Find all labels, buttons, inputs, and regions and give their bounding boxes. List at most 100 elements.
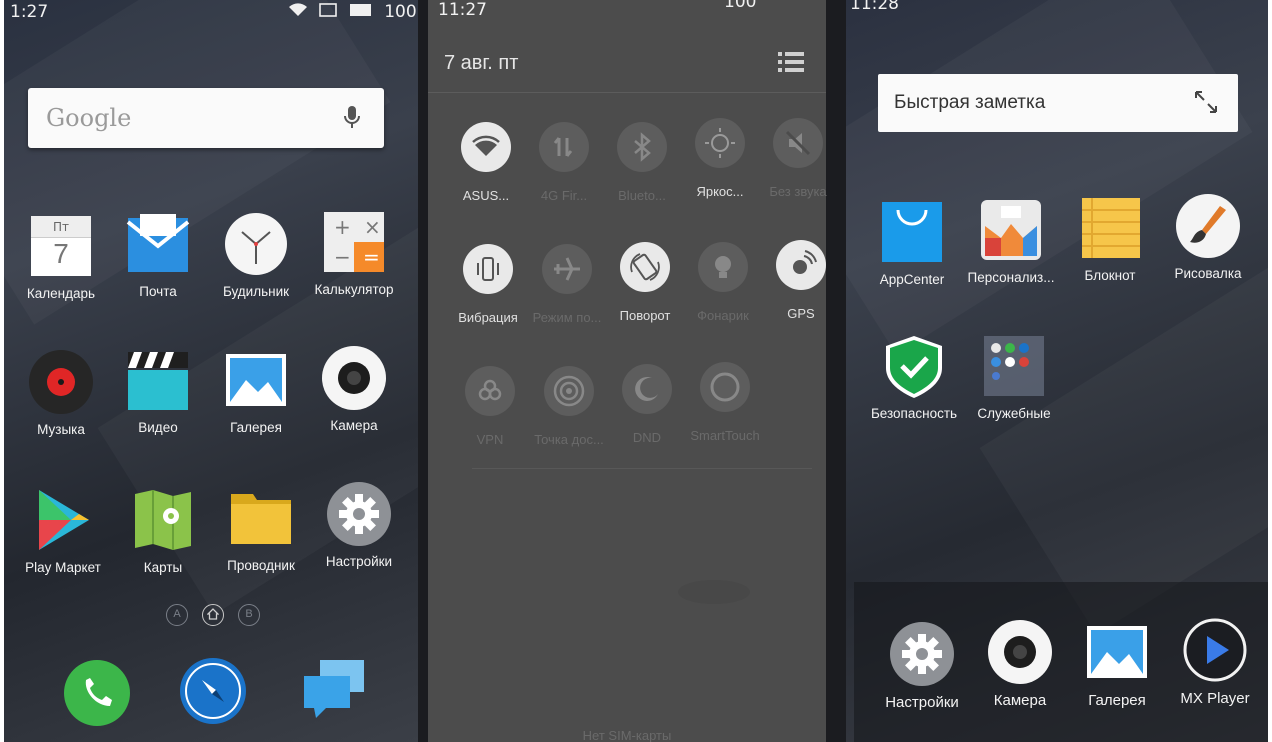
app-utilities-folder[interactable]: Служебные	[969, 334, 1059, 421]
google-search-bar[interactable]: Google	[28, 88, 384, 148]
app-settings[interactable]: Настройки	[314, 482, 404, 569]
app-appcenter[interactable]: AppCenter	[867, 200, 957, 287]
app-play-store[interactable]: Play Маркет	[18, 488, 108, 575]
app-label: Будильник	[222, 284, 290, 299]
toggle-mute[interactable]: Без звука	[755, 118, 841, 199]
messages-icon[interactable]	[302, 656, 368, 722]
handle-shadow	[678, 580, 750, 604]
toggle-label: ASUS...	[462, 188, 510, 203]
smarttouch-icon	[700, 362, 750, 412]
app-label: Блокнот	[1084, 268, 1136, 283]
toggle-label: DND	[632, 430, 662, 445]
mute-icon	[773, 118, 823, 168]
app-camera[interactable]: Камера	[309, 346, 399, 433]
list-view-icon[interactable]	[778, 50, 804, 74]
security-icon	[882, 334, 946, 398]
app-label: Безопасность	[870, 406, 958, 421]
mx-player-icon	[1183, 618, 1247, 682]
toggle-bluetooth[interactable]: Blueto...	[599, 122, 685, 203]
app-paint[interactable]: Рисовалка	[1163, 194, 1253, 281]
app-label: Рисовалка	[1174, 266, 1242, 281]
app-calendar[interactable]: Пт 7 Календарь	[16, 214, 106, 301]
wifi-icon	[461, 122, 511, 172]
expand-icon[interactable]	[1192, 88, 1220, 116]
app-label: Камера	[993, 692, 1047, 709]
app-label: Настройки	[325, 554, 393, 569]
gear-icon	[890, 622, 954, 686]
folder-icon	[229, 486, 293, 550]
quick-note-widget[interactable]: Быстрая заметка	[878, 74, 1238, 132]
wallpaper-stripe	[980, 225, 1268, 634]
dock-gallery[interactable]: Галерея	[1072, 620, 1162, 709]
toggle-gps[interactable]: GPS	[758, 240, 844, 321]
vpn-icon	[465, 366, 515, 416]
status-time: 1:27	[10, 2, 49, 22]
toggle-brightness[interactable]: Яркос...	[677, 118, 763, 199]
toggle-smarttouch[interactable]: SmartTouch	[682, 362, 768, 443]
toggle-wifi[interactable]: ASUS...	[443, 122, 529, 203]
page-indicator: A B	[164, 604, 264, 628]
flashlight-icon	[698, 242, 748, 292]
phone-icon[interactable]	[64, 660, 130, 726]
home-screen-panel: 1:27 100 Google Пт 7 Календарь Почта Буд…	[4, 0, 418, 742]
app-mail[interactable]: Почта	[113, 212, 203, 299]
battery-status-icon	[349, 2, 378, 22]
app-alarm[interactable]: Будильник	[211, 212, 301, 299]
app-file-explorer[interactable]: Проводник	[216, 486, 306, 573]
no-sim-text: Нет SIM-карты	[582, 728, 672, 742]
gear-icon	[327, 482, 391, 546]
appcenter-icon	[880, 200, 944, 264]
camera-icon	[988, 620, 1052, 684]
mobile-data-icon	[539, 122, 589, 172]
app-label: Проводник	[227, 558, 295, 573]
gps-icon	[776, 240, 826, 290]
app-security[interactable]: Безопасность	[869, 334, 959, 421]
battery-level: 100	[384, 2, 417, 22]
app-personalization[interactable]: Персонализ...	[966, 198, 1056, 285]
app-maps[interactable]: Карты	[118, 488, 208, 575]
toggle-rotation[interactable]: Поворот	[602, 242, 688, 323]
status-time: 11:28	[850, 0, 899, 14]
app-music[interactable]: Музыка	[16, 350, 106, 437]
app-calculator[interactable]: + × − = Калькулятор	[309, 210, 399, 297]
dock-camera[interactable]: Камера	[975, 620, 1065, 709]
calendar-date: 7	[53, 238, 69, 269]
toggle-hotspot[interactable]: Точка дос...	[526, 366, 612, 447]
page-dot-b[interactable]: B	[238, 604, 260, 626]
toggle-flashlight[interactable]: Фонарик	[680, 242, 766, 323]
toggle-vpn[interactable]: VPN	[447, 366, 533, 447]
moon-icon	[622, 364, 672, 414]
sim-status-icon	[319, 2, 342, 22]
svg-text:+: +	[334, 215, 351, 239]
toggle-mobile-data[interactable]: 4G Fir...	[521, 122, 607, 203]
dock-settings[interactable]: Настройки	[877, 622, 967, 711]
app-notepad[interactable]: Блокнот	[1065, 196, 1155, 283]
app-label: Видео	[138, 420, 178, 435]
toggle-label: Режим по...	[532, 310, 602, 325]
toggle-label: Blueto...	[618, 188, 666, 203]
app-video[interactable]: Видео	[113, 348, 203, 435]
svg-text:=: =	[363, 245, 380, 269]
toggle-airplane[interactable]: Режим по...	[524, 244, 610, 325]
wallpaper-stripe	[846, 0, 1252, 355]
clock-icon	[224, 212, 288, 276]
toggle-vibration[interactable]: Вибрация	[445, 244, 531, 325]
app-label: MX Player	[1180, 690, 1250, 707]
second-home-screen-panel: 11:28 Быстрая заметка AppCenter Персонал…	[846, 0, 1268, 742]
toggle-label: VPN	[476, 432, 504, 447]
toggle-label: Вибрация	[458, 310, 518, 325]
mic-icon[interactable]	[342, 104, 362, 132]
hotspot-icon	[544, 366, 594, 416]
browser-icon[interactable]	[180, 658, 246, 724]
wifi-status-icon	[288, 2, 313, 22]
app-gallery[interactable]: Галерея	[211, 348, 301, 435]
toggle-label: Точка дос...	[534, 432, 604, 447]
page-dot-a[interactable]: A	[166, 604, 188, 626]
notepad-icon	[1078, 196, 1142, 260]
paint-icon	[1176, 194, 1240, 258]
dock-mx-player[interactable]: MX Player	[1170, 618, 1260, 707]
home-page-icon[interactable]	[202, 604, 224, 626]
play-store-icon	[31, 488, 95, 552]
toggle-dnd[interactable]: DND	[604, 364, 690, 445]
app-label: Галерея	[1088, 692, 1146, 709]
